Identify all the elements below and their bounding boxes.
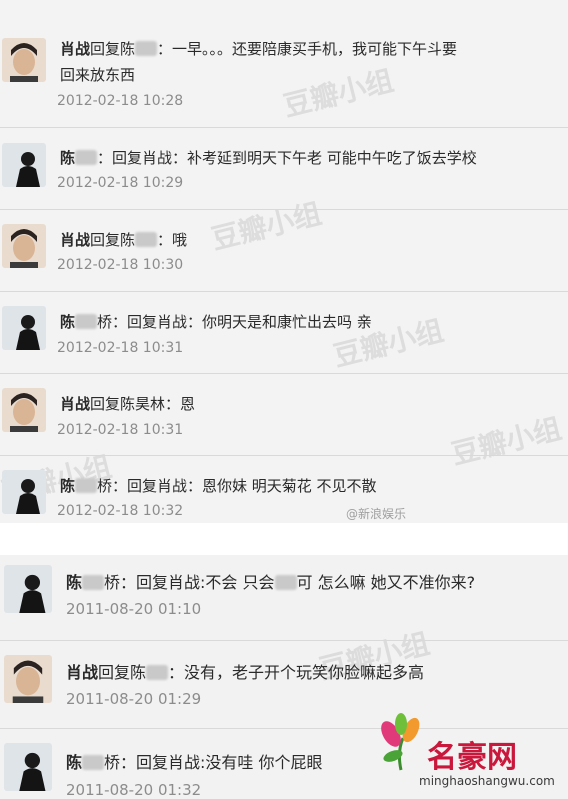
divider	[0, 209, 568, 210]
comment-author[interactable]: 陈	[66, 753, 82, 772]
comment-time: 2012-02-18 10:28	[57, 93, 184, 109]
avatar[interactable]	[2, 38, 46, 82]
divider	[0, 127, 568, 128]
logo-brand: 名豪网	[427, 740, 517, 775]
avatar[interactable]	[4, 565, 52, 613]
avatar[interactable]	[4, 655, 52, 703]
logo-url: minghaoshangwu.com	[419, 774, 555, 788]
comment-author[interactable]: 肖战	[60, 40, 90, 58]
weibo-watermark: @新浪娱乐	[346, 507, 407, 521]
comment-author[interactable]: 陈	[60, 477, 75, 495]
avatar[interactable]	[2, 388, 46, 432]
screenshot-gap	[0, 523, 568, 555]
redacted-name	[82, 755, 105, 770]
redacted-name	[135, 232, 158, 247]
divider	[0, 640, 568, 641]
divider	[0, 455, 568, 456]
avatar[interactable]	[2, 470, 46, 514]
comment-author[interactable]: 肖战	[66, 663, 98, 682]
watermark-douban-2: 豆瓣小组	[208, 196, 325, 257]
redacted-word	[274, 575, 297, 590]
site-logo: 名豪网 minghaoshangwu.com	[375, 710, 568, 799]
comment-time: 2012-02-18 10:31	[57, 422, 184, 438]
comment-author[interactable]: 陈	[60, 313, 75, 331]
comment-author[interactable]: 陈	[60, 149, 75, 167]
comment-author[interactable]: 陈	[66, 573, 82, 592]
avatar[interactable]	[2, 143, 46, 187]
divider	[0, 291, 568, 292]
redacted-name	[82, 575, 105, 590]
comment-time: 2011-08-20 01:29	[66, 690, 202, 708]
comment-text: 回来放东西	[60, 66, 136, 84]
comment-time: 2012-02-18 10:30	[57, 257, 184, 273]
redacted-name	[75, 478, 98, 493]
avatar[interactable]	[2, 306, 46, 350]
flower-icon	[381, 713, 420, 771]
watermark-douban-5: 豆瓣小组	[448, 411, 565, 472]
redacted-name	[135, 41, 158, 56]
comment-time: 2011-08-20 01:32	[66, 781, 202, 799]
comment-time: 2011-08-20 01:10	[66, 600, 202, 618]
avatar[interactable]	[2, 224, 46, 268]
comment-time: 2012-02-18 10:29	[57, 175, 184, 191]
comment-time: 2012-02-18 10:32	[57, 503, 184, 519]
divider	[0, 373, 568, 374]
redacted-name	[146, 665, 169, 680]
watermark-douban-1: 豆瓣小组	[280, 63, 397, 124]
avatar[interactable]	[4, 743, 52, 791]
comment-time: 2012-02-18 10:31	[57, 340, 184, 356]
comment-panel-2012: 豆瓣小组 豆瓣小组 豆瓣小组 豆瓣小组 豆瓣小组 @新浪娱乐 肖战回复陈 ：一早。…	[0, 0, 568, 523]
redacted-name	[75, 314, 98, 329]
comment-author[interactable]: 肖战	[60, 395, 90, 413]
comment-author[interactable]: 肖战	[60, 231, 90, 249]
redacted-name	[75, 150, 98, 165]
